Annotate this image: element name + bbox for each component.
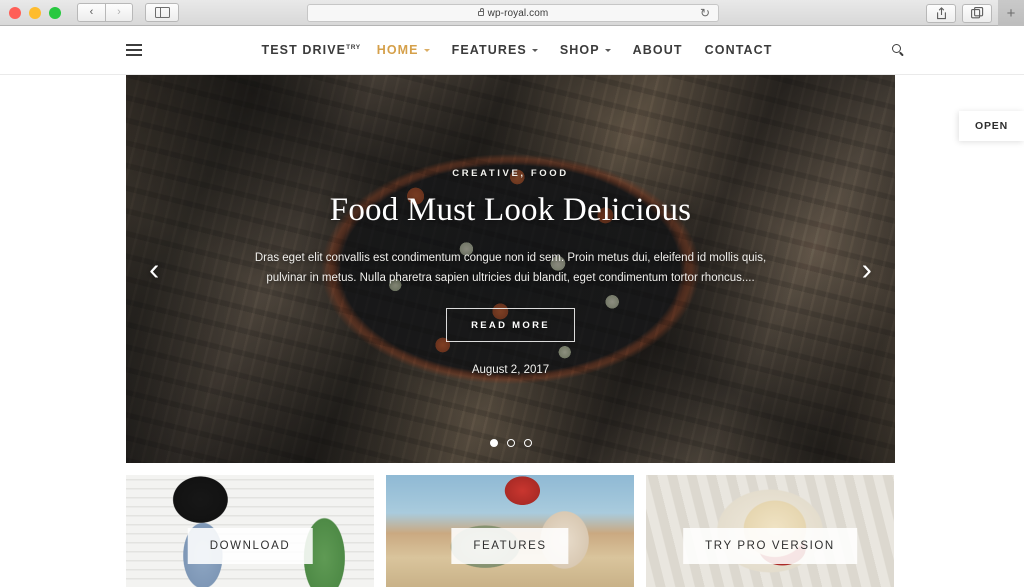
hero-slider: CREATIVE, FOOD Food Must Look Delicious … (126, 75, 895, 463)
chevron-down-icon (604, 48, 611, 52)
toolbar-right-group: + (926, 0, 1024, 26)
slider-pagination (126, 439, 895, 447)
lock-icon (477, 8, 484, 16)
search-icon[interactable] (891, 42, 907, 58)
site-logo[interactable]: TEST DRIVETRY (262, 43, 361, 57)
hero-date: August 2, 2017 (471, 364, 550, 376)
hamburger-bar (126, 44, 142, 46)
close-window-button[interactable] (9, 6, 21, 19)
page-body: CREATIVE, FOOD Food Must Look Delicious … (0, 75, 1024, 587)
search-glyph (892, 44, 901, 53)
nav-item-home[interactable]: HOME (377, 43, 430, 57)
nav-item-shop[interactable]: SHOP (560, 43, 611, 57)
reload-icon[interactable]: ↻ (700, 7, 711, 19)
promo-card-try-pro[interactable]: TRY PRO VERSION (646, 475, 894, 587)
promo-card-label: DOWNLOAD (187, 527, 313, 564)
share-button[interactable] (926, 3, 956, 23)
address-bar[interactable]: wp-royal.com ↻ (307, 4, 719, 22)
nav-item-about[interactable]: ABOUT (633, 43, 683, 57)
nav-item-label: FEATURES (451, 43, 527, 57)
browser-toolbar: ‹ › wp-royal.com ↻ + (0, 0, 1024, 26)
minimize-window-button[interactable] (29, 6, 41, 19)
nav-item-label: SHOP (559, 43, 600, 57)
site-logo-text: TEST DRIVE (261, 43, 347, 57)
slider-dot-1[interactable] (489, 439, 498, 447)
promo-card-label: TRY PRO VERSION (683, 527, 857, 564)
promo-card-features[interactable]: FEATURES (386, 475, 634, 587)
hero-categories: CREATIVE, FOOD (452, 168, 569, 179)
slider-next-arrow-icon[interactable]: › (862, 254, 872, 285)
hero-excerpt: Dras eget elit convallis est condimentum… (254, 252, 767, 284)
url-text: wp-royal.com (487, 7, 549, 19)
maximize-window-button[interactable] (49, 6, 61, 19)
slider-prev-arrow-icon[interactable]: ‹ (149, 254, 159, 285)
navigation-buttons: ‹ › (77, 3, 133, 22)
hero-title: Food Must Look Delicious (329, 192, 692, 228)
hamburger-bar (126, 54, 142, 56)
chevron-down-icon (531, 48, 538, 52)
hamburger-icon[interactable] (126, 44, 142, 56)
nav-item-label: HOME (376, 43, 419, 57)
nav-item-label: CONTACT (704, 43, 773, 57)
hero-content: CREATIVE, FOOD Food Must Look Delicious … (126, 168, 895, 376)
promo-cards: DOWNLOAD FEATURES TRY PRO VERSION (126, 475, 895, 587)
show-tabs-button[interactable] (962, 3, 992, 23)
slider-dot-2[interactable] (506, 439, 515, 447)
sidebar-icon (154, 7, 170, 18)
slider-dot-3[interactable] (523, 439, 532, 447)
chevron-down-icon (423, 48, 430, 52)
new-tab-button[interactable]: + (998, 0, 1024, 26)
nav-item-contact[interactable]: CONTACT (705, 43, 773, 57)
hamburger-bar (126, 49, 142, 51)
site-header: TEST DRIVETRY HOME FEATURES SHOP ABOUT C… (0, 26, 1024, 75)
promo-card-download[interactable]: DOWNLOAD (126, 475, 374, 587)
promo-card-label: FEATURES (451, 527, 569, 564)
main-navigation: TEST DRIVETRY HOME FEATURES SHOP ABOUT C… (252, 43, 773, 57)
nav-item-label: ABOUT (632, 43, 683, 57)
nav-item-features[interactable]: FEATURES (452, 43, 538, 57)
open-panel-tab[interactable]: OPEN (959, 111, 1024, 141)
site-logo-superscript: TRY (346, 44, 361, 51)
window-controls (0, 6, 61, 19)
sidebar-toggle-button[interactable] (145, 3, 179, 22)
back-button[interactable]: ‹ (77, 3, 105, 22)
read-more-button[interactable]: READ MORE (446, 308, 575, 342)
forward-button[interactable]: › (105, 3, 133, 22)
